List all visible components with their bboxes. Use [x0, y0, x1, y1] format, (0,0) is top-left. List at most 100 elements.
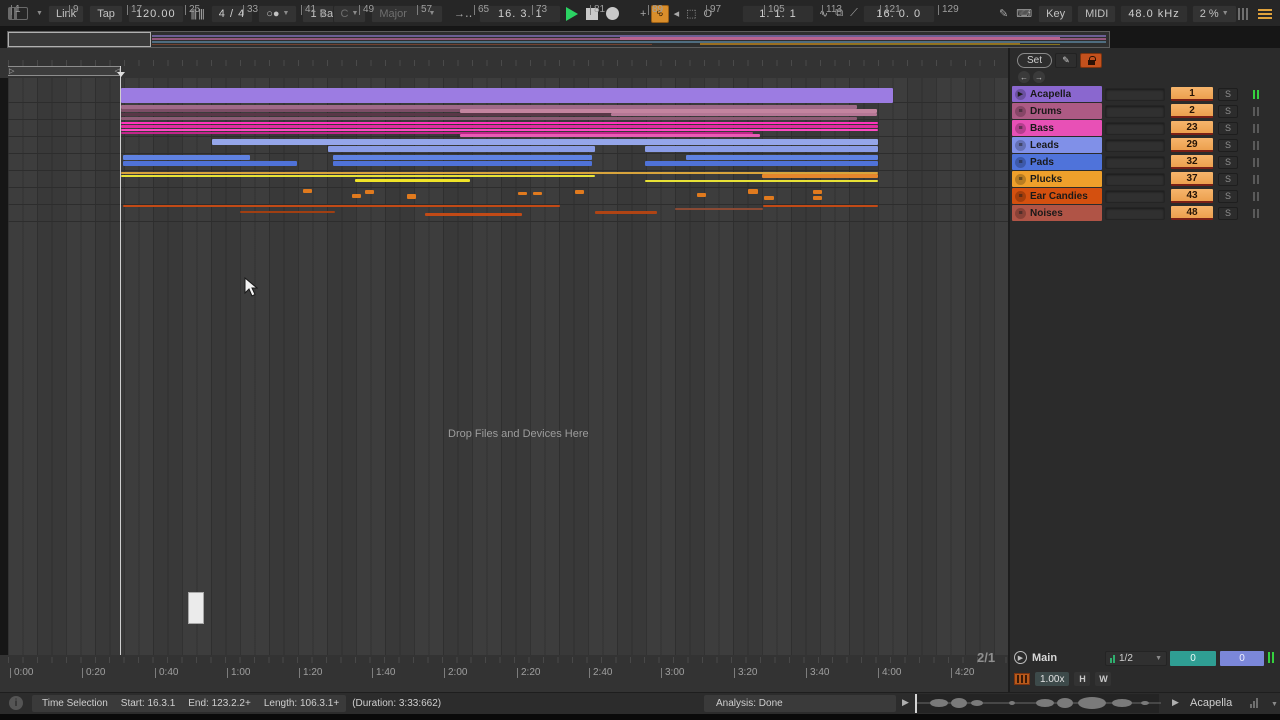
playback-speed-value[interactable]: 1.00x	[1035, 672, 1069, 686]
arrangement-clip[interactable]	[123, 205, 560, 207]
arrangement-clip[interactable]	[813, 190, 822, 194]
track-title-block[interactable]: ≡ Pads	[1012, 154, 1102, 170]
track-fold-icon[interactable]: ≡	[1015, 106, 1026, 117]
info-icon[interactable]: i	[9, 696, 23, 710]
track-fold-icon[interactable]: ≡	[1015, 174, 1026, 185]
beat-division-selector[interactable]: 1/2 ▼	[1105, 651, 1167, 666]
arrangement-clip[interactable]	[352, 194, 361, 198]
arrangement-clip[interactable]	[675, 208, 763, 210]
arrangement-clip[interactable]	[748, 189, 758, 194]
track-title-block[interactable]: ≡ Leads	[1012, 137, 1102, 153]
arrangement-clip[interactable]	[595, 211, 657, 214]
insert-marker-flag[interactable]	[117, 72, 125, 77]
zoom-width-button[interactable]: W	[1095, 672, 1111, 686]
track-io-box[interactable]	[1105, 190, 1165, 203]
arrangement-clip[interactable]	[460, 134, 760, 137]
track-fold-icon[interactable]: ≡	[1015, 191, 1026, 202]
computer-midi-keyboard-icon[interactable]: ⌨	[1014, 5, 1034, 23]
set-locator-button[interactable]: Set	[1017, 53, 1052, 68]
track-channel-number[interactable]: 23	[1171, 121, 1213, 135]
arrangement-clip[interactable]	[121, 129, 878, 131]
main-track-title[interactable]: ▶ Main	[1014, 651, 1057, 664]
arrangement-clip[interactable]	[240, 211, 335, 213]
track-row[interactable]: ▶ Acapella 1 S	[1010, 86, 1280, 102]
track-row[interactable]: ≡ Ear Candies 43 S	[1010, 188, 1280, 204]
track-fold-icon[interactable]: ▶	[1015, 89, 1026, 100]
arrangement-clip[interactable]	[333, 155, 592, 160]
track-channel-number[interactable]: 29	[1171, 138, 1213, 152]
selection-frame-icon[interactable]: ⬚	[684, 5, 698, 23]
notification-menu-icon[interactable]	[1258, 9, 1272, 19]
arrangement-clip[interactable]	[533, 192, 542, 195]
arrangement-clip[interactable]	[121, 175, 595, 177]
main-send-a-value[interactable]: 0	[1170, 651, 1216, 666]
record-button[interactable]	[606, 7, 619, 20]
arrangement-clip[interactable]	[121, 113, 611, 116]
arrangement-clip[interactable]	[425, 213, 522, 216]
track-channel-number[interactable]: 43	[1171, 189, 1213, 203]
groove-selector[interactable]: ○●▼	[258, 5, 297, 23]
track-io-box[interactable]	[1105, 122, 1165, 135]
track-row[interactable]: ≡ Noises 48 S	[1010, 205, 1280, 221]
cpu-load-selector[interactable]: 2 %▼	[1192, 5, 1237, 23]
key-map-button[interactable]: Key	[1038, 5, 1073, 23]
prev-marker-icon[interactable]: ←	[1018, 71, 1030, 83]
solo-button[interactable]: S	[1218, 105, 1238, 118]
track-row[interactable]: ≡ Leads 29 S	[1010, 137, 1280, 153]
back-to-arrangement-icon[interactable]: ◂	[672, 5, 682, 23]
preview-play-icon-2[interactable]: ▶	[1172, 697, 1179, 708]
scale-name-selector[interactable]: Major▼	[371, 5, 443, 23]
track-row[interactable]: ≡ Drums 2 S	[1010, 103, 1280, 119]
track-title-block[interactable]: ≡ Drums	[1012, 103, 1102, 119]
preview-waveform[interactable]	[915, 694, 1159, 713]
loop-start-icon[interactable]: ▷	[9, 67, 14, 76]
arrangement-clip[interactable]	[303, 189, 312, 193]
arrangement-clip[interactable]	[518, 192, 527, 195]
overview-viewport[interactable]	[8, 32, 151, 47]
scale-icon[interactable]: ♯	[318, 5, 328, 23]
arrangement-clip[interactable]	[328, 146, 595, 152]
track-io-box[interactable]	[1105, 139, 1165, 152]
solo-button[interactable]: S	[1218, 139, 1238, 152]
solo-button[interactable]: S	[1218, 122, 1238, 135]
track-io-box[interactable]	[1105, 156, 1165, 169]
next-marker-icon[interactable]: →	[1033, 71, 1045, 83]
tap-tempo-button[interactable]: Tap	[89, 5, 123, 23]
track-fold-icon[interactable]: ≡	[1015, 208, 1026, 219]
arrangement-clip[interactable]	[645, 161, 878, 166]
track-title-block[interactable]: ≡ Bass	[1012, 120, 1102, 136]
track-row[interactable]: ≡ Plucks 37 S	[1010, 171, 1280, 187]
arrangement-clip[interactable]	[333, 161, 592, 166]
track-io-box[interactable]	[1105, 88, 1165, 101]
track-title-block[interactable]: ≡ Ear Candies	[1012, 188, 1102, 204]
arrangement-clip[interactable]	[121, 125, 878, 128]
zoom-height-button[interactable]: H	[1074, 672, 1090, 686]
follow-playhead-icon[interactable]: →‥	[452, 5, 474, 23]
preview-volume-icon[interactable]	[1250, 698, 1258, 708]
arrangement-clip[interactable]	[764, 196, 774, 200]
play-button[interactable]	[566, 7, 578, 21]
track-fold-icon[interactable]: ≡	[1015, 123, 1026, 134]
arrangement-clip[interactable]	[121, 88, 893, 103]
track-channel-number[interactable]: 37	[1171, 172, 1213, 186]
punch-out-icon[interactable]: ⟋	[848, 5, 860, 23]
loop-region[interactable]: ▷ ◁	[8, 66, 121, 76]
arrangement-clip[interactable]	[645, 146, 878, 152]
midi-map-button[interactable]: MIDI	[1077, 5, 1116, 23]
preview-play-icon[interactable]: ▶	[902, 697, 909, 708]
arrangement-position-display[interactable]: 16. 3. 1	[479, 5, 561, 23]
solo-button[interactable]: S	[1218, 207, 1238, 220]
arrangement-clip[interactable]	[575, 190, 584, 194]
main-send-b-value[interactable]: 0	[1220, 651, 1264, 666]
arrangement-clip[interactable]	[762, 174, 878, 178]
arrangement-clip[interactable]	[212, 139, 878, 145]
arrangement-clip[interactable]	[121, 117, 857, 120]
track-fold-icon[interactable]: ≡	[1015, 140, 1026, 151]
track-title-block[interactable]: ▶ Acapella	[1012, 86, 1102, 102]
track-title-block[interactable]: ≡ Plucks	[1012, 171, 1102, 187]
track-title-block[interactable]: ≡ Noises	[1012, 205, 1102, 221]
chevron-down-icon[interactable]: ▼	[36, 10, 43, 17]
arrangement-clip[interactable]	[686, 155, 878, 160]
arrangement-clip[interactable]	[123, 155, 250, 160]
solo-button[interactable]: S	[1218, 88, 1238, 101]
